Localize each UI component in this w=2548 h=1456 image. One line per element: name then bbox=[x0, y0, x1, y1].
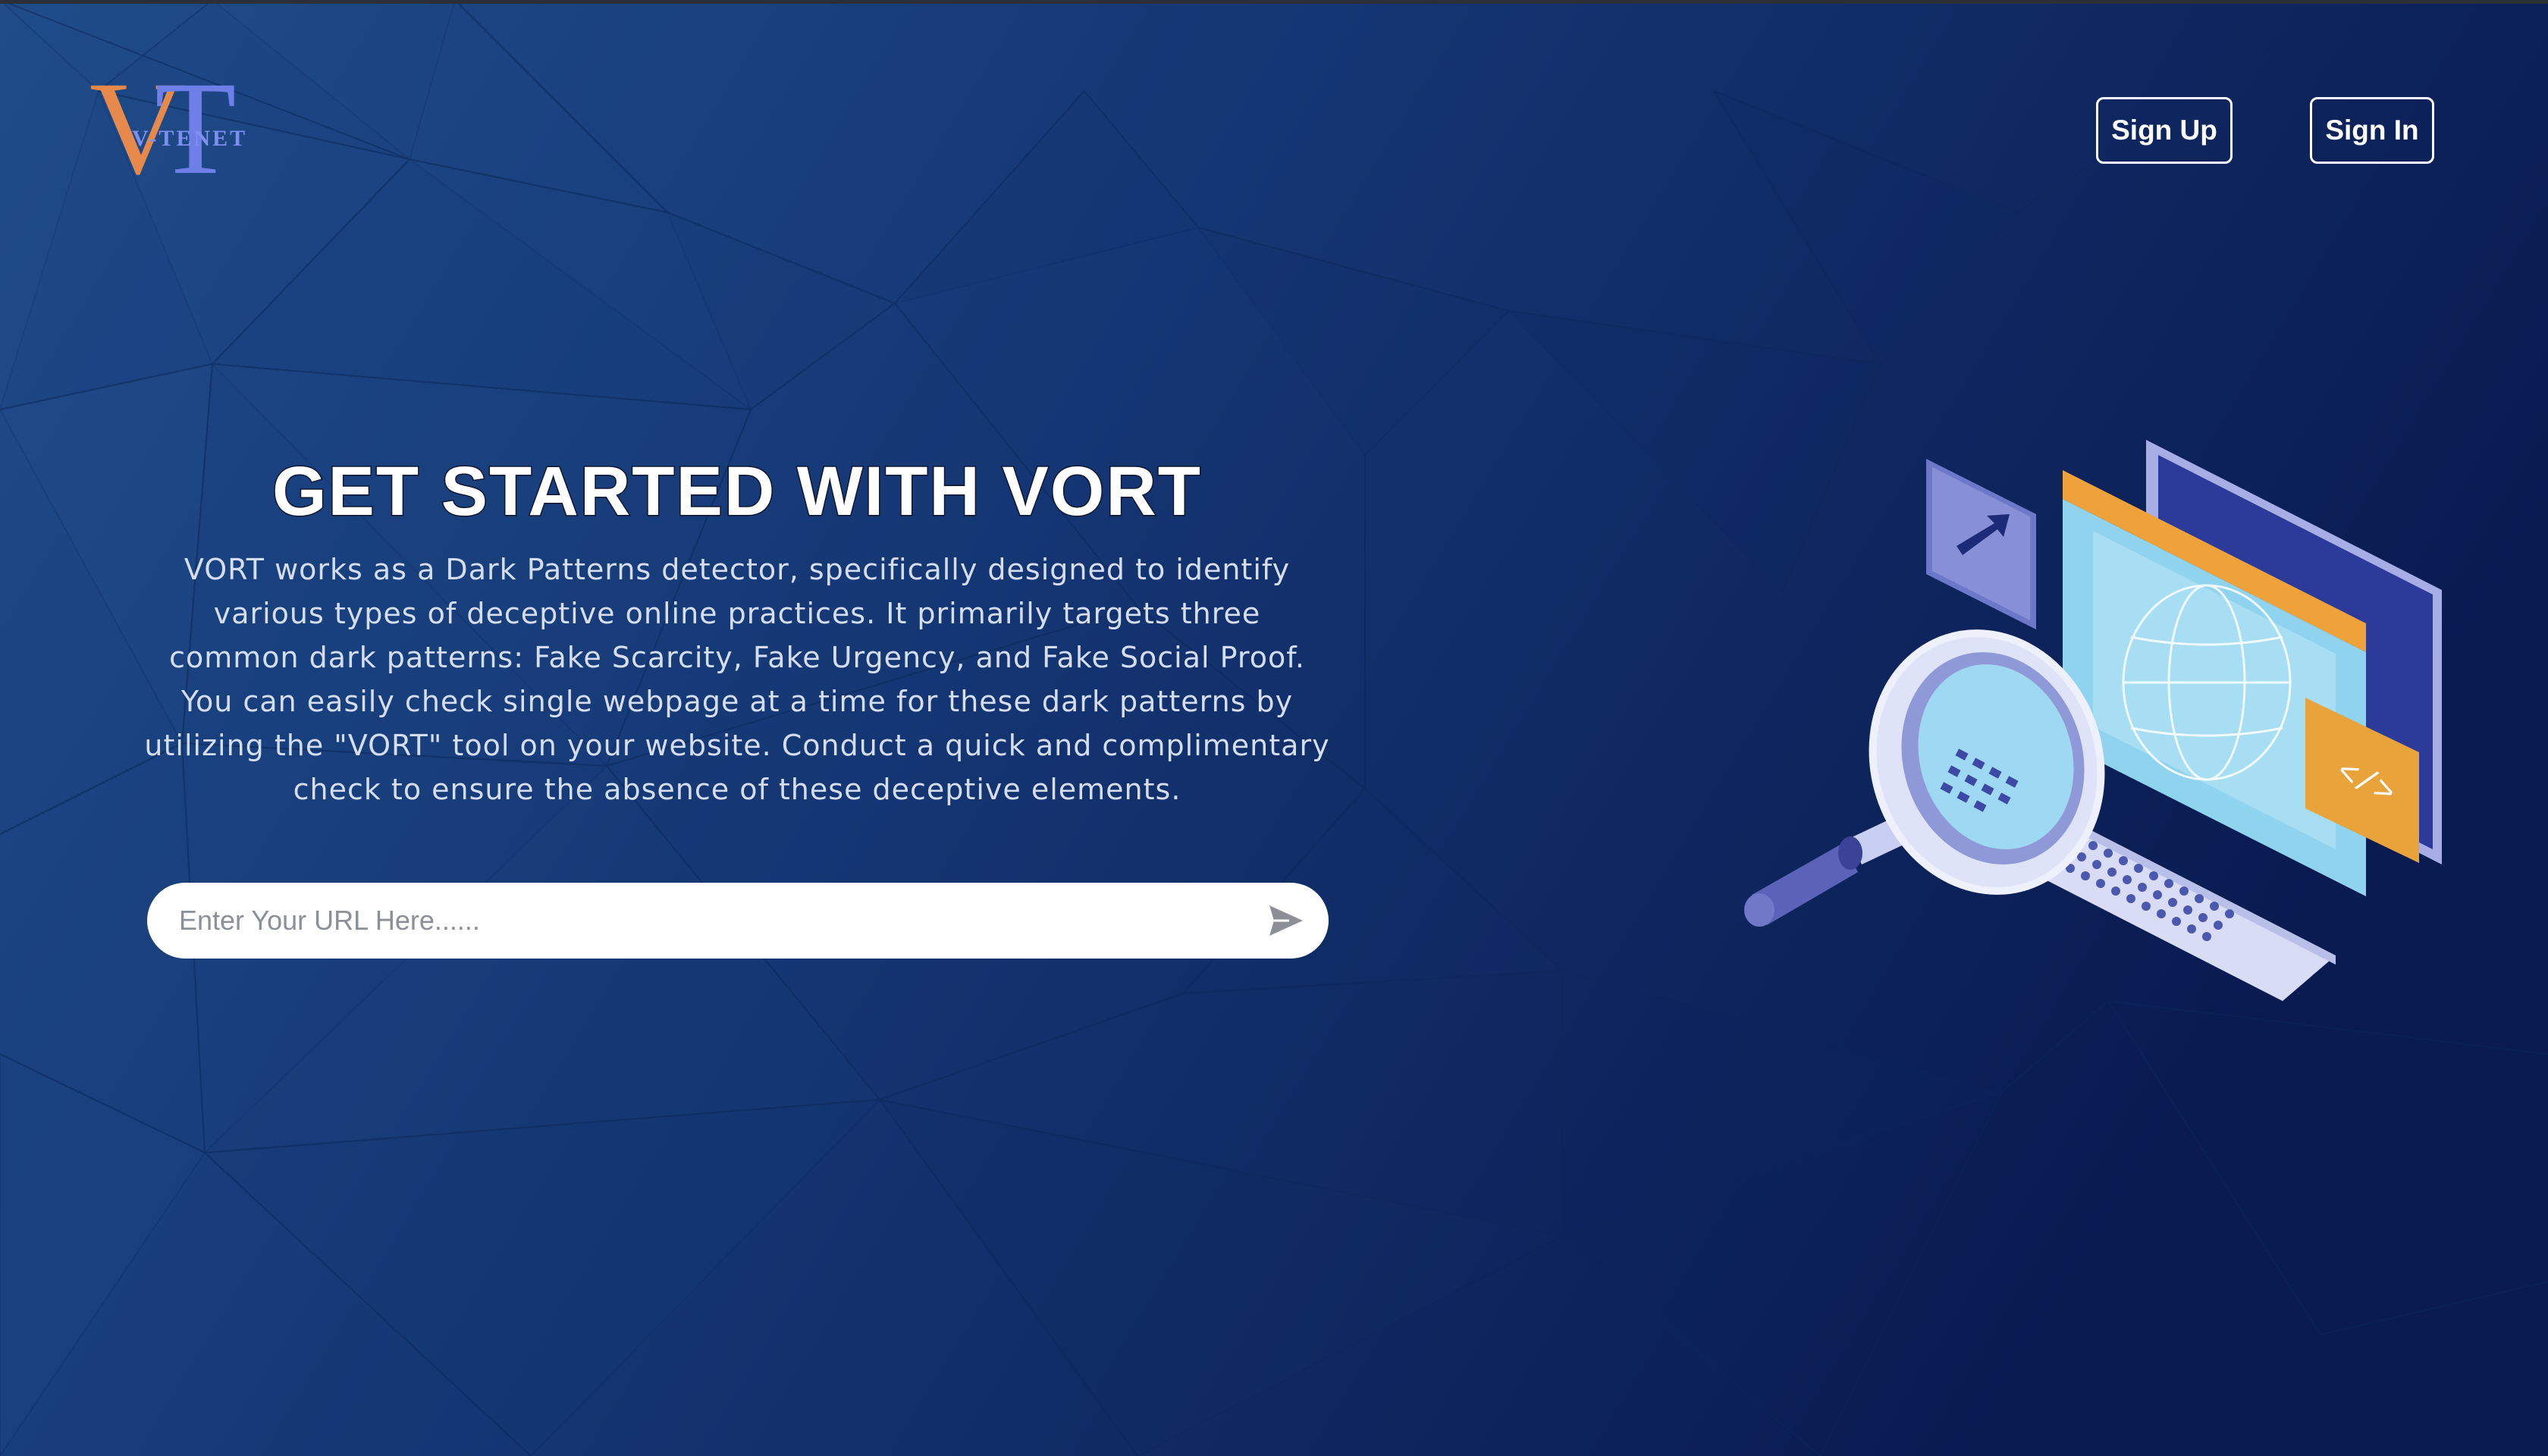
url-input[interactable] bbox=[177, 897, 1227, 944]
window-top-border bbox=[0, 0, 2548, 4]
url-search-bar bbox=[147, 883, 1329, 959]
hero-description: VORT works as a Dark Patterns detector, … bbox=[144, 553, 1330, 806]
sign-in-button[interactable]: Sign In bbox=[2310, 97, 2434, 164]
v-tenet-logo[interactable]: V T V-TENET bbox=[89, 62, 264, 199]
magnifier-laptop-illustration: </> bbox=[1744, 440, 2442, 1001]
hero-title: GET STARTED WITH VORT bbox=[271, 452, 1202, 532]
send-icon[interactable] bbox=[1266, 902, 1306, 939]
logo-text: V-TENET bbox=[132, 126, 248, 151]
sign-up-button[interactable]: Sign Up bbox=[2096, 97, 2233, 164]
